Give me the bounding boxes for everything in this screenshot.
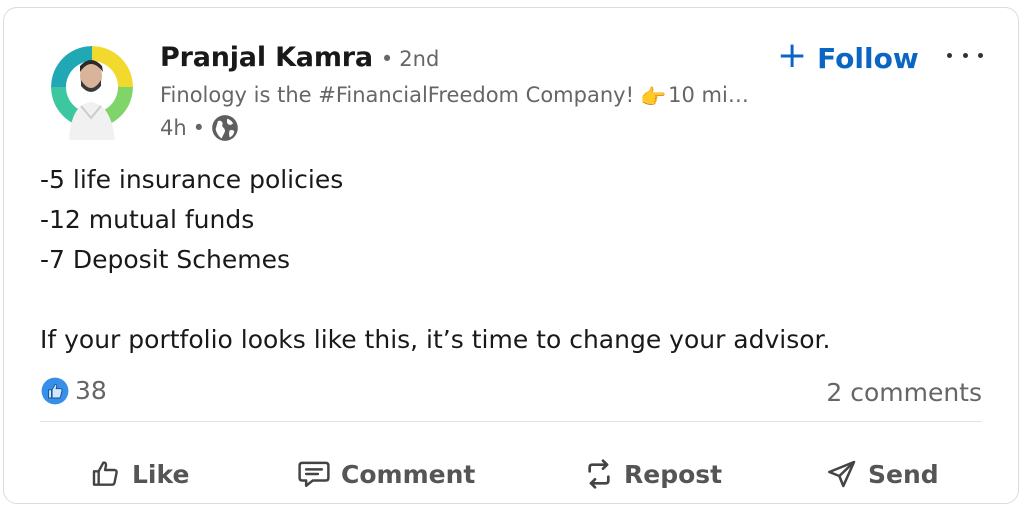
globe-icon <box>211 114 239 142</box>
thumbs-up-icon <box>90 458 132 490</box>
reactions-count[interactable]: 38 <box>41 376 107 405</box>
send-icon <box>826 458 868 490</box>
send-button[interactable]: Send <box>826 448 939 500</box>
post-time[interactable]: 4h <box>160 116 187 140</box>
repost-button[interactable]: Repost <box>584 448 722 500</box>
divider <box>40 421 982 422</box>
like-reaction-icon <box>41 377 75 405</box>
comment-button[interactable]: Comment <box>297 448 475 500</box>
post-text-line: -5 life insurance policies <box>40 165 344 194</box>
comments-count[interactable]: 2 comments <box>826 378 982 407</box>
more-options-icon[interactable] <box>947 40 983 70</box>
feed-post-card: Pranjal Kamra • 2nd Finology is the #Fina… <box>3 7 1019 504</box>
repost-icon <box>584 458 624 490</box>
pointing-hand-emoji: 👉 <box>640 85 667 109</box>
post-text-line <box>40 280 831 320</box>
author-info: Pranjal Kamra • 2nd <box>160 42 439 73</box>
like-button[interactable]: Like <box>90 448 189 500</box>
author-avatar[interactable] <box>51 46 133 140</box>
author-headline[interactable]: Finology is the #FinancialFreedom Compan… <box>160 83 760 110</box>
plus-icon: + <box>777 35 808 76</box>
follow-button[interactable]: + Follow <box>777 38 919 78</box>
author-name[interactable]: Pranjal Kamra <box>160 42 373 73</box>
post-text-line: If your portfolio looks like this, it’s … <box>40 325 831 354</box>
post-text-line: -7 Deposit Schemes <box>40 245 290 274</box>
post-text: -5 life insurance policies -12 mutual fu… <box>40 160 831 360</box>
connection-degree: • 2nd <box>380 47 440 71</box>
post-meta: 4h • <box>160 114 239 142</box>
post-actions-bar: Like Comment Repost Send <box>4 448 1020 500</box>
comment-icon <box>297 458 341 490</box>
post-text-line: -12 mutual funds <box>40 205 255 234</box>
